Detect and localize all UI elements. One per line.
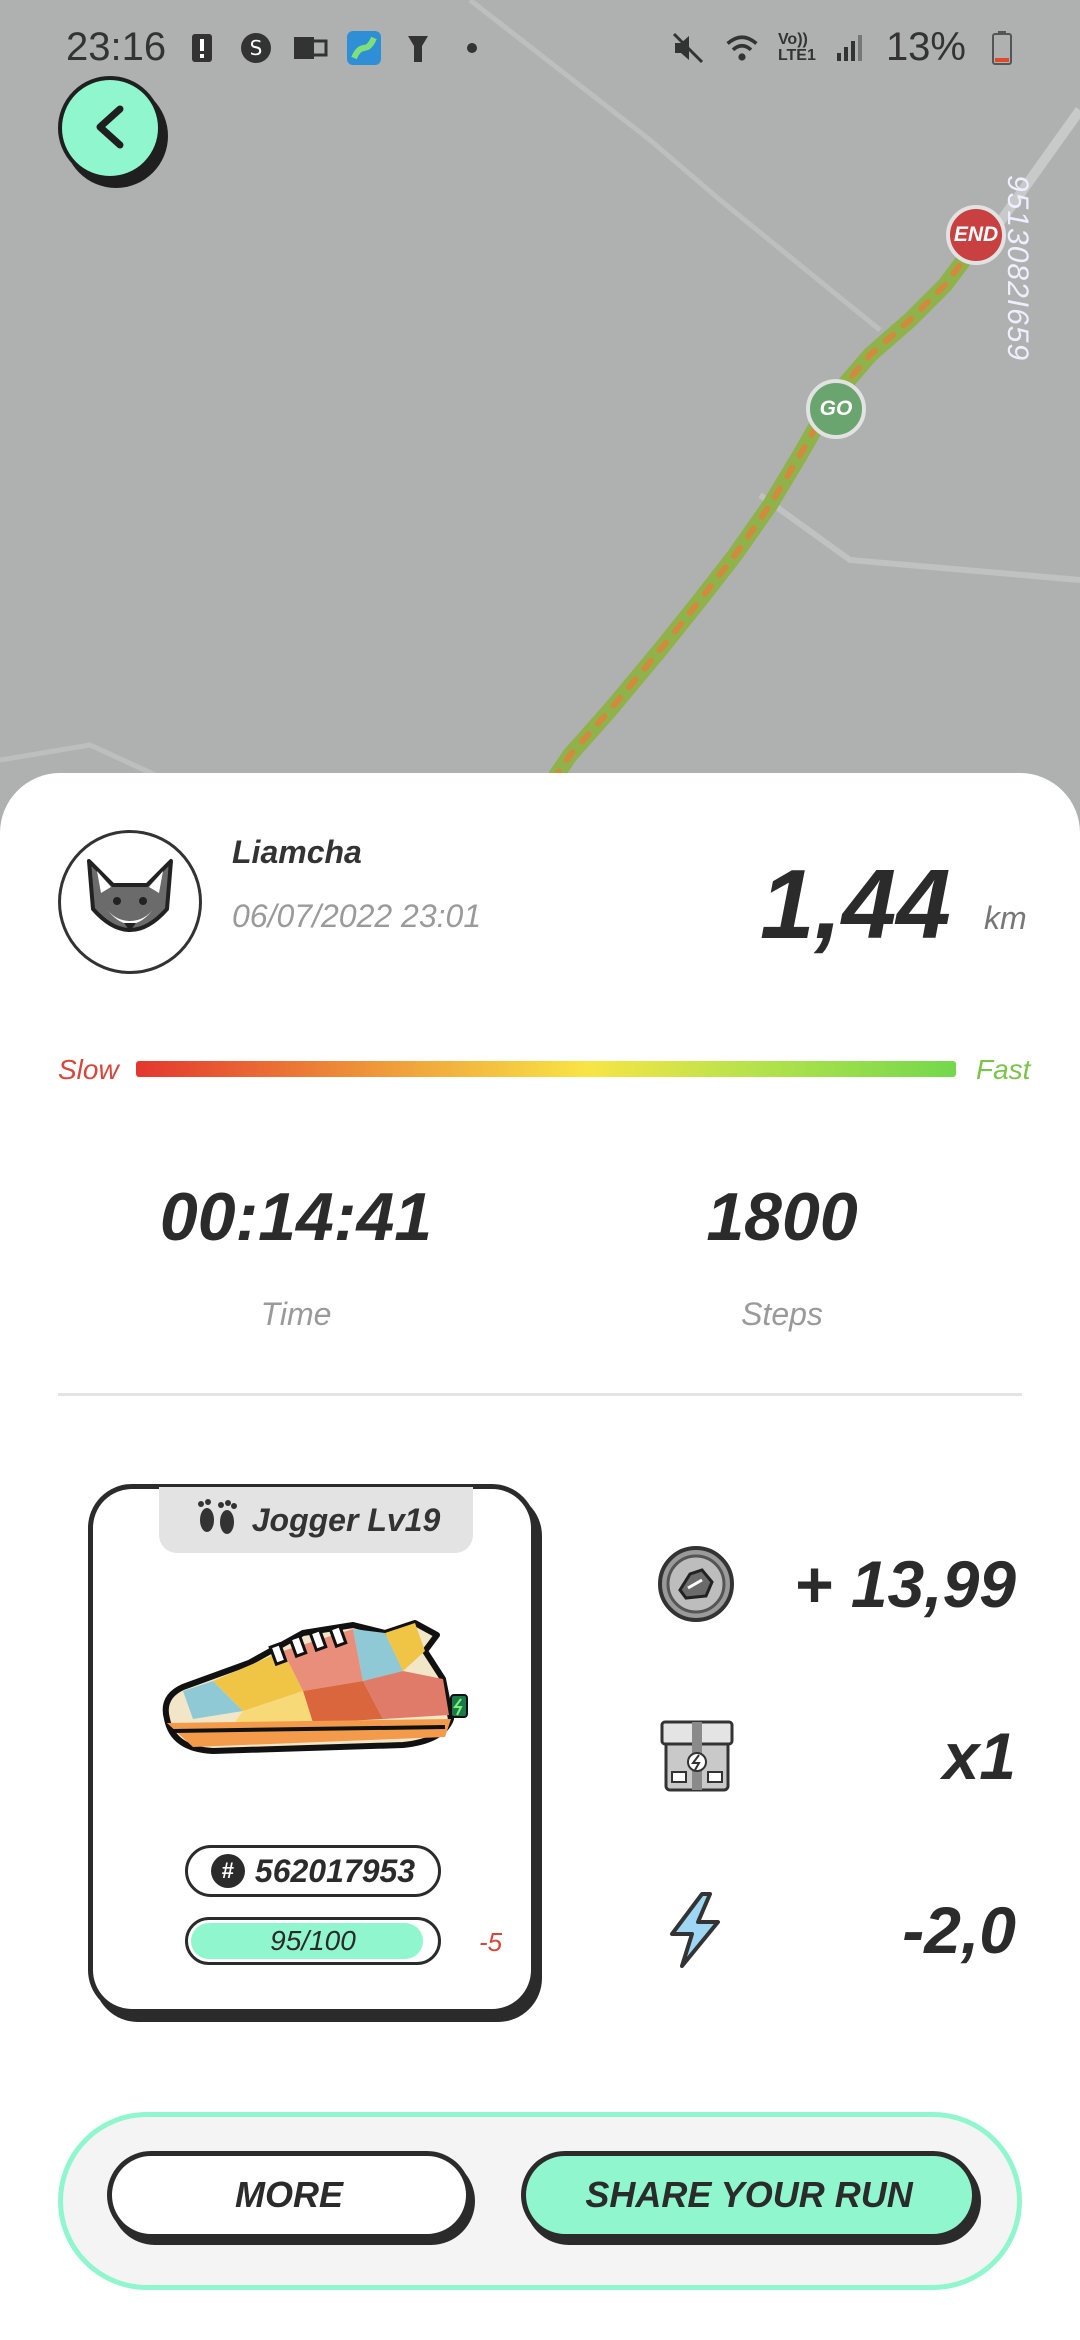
durability-bar: 95/100 [185, 1917, 441, 1965]
action-bar: MORE SHARE YOUR RUN [58, 2112, 1022, 2290]
username: Liamcha [232, 834, 362, 870]
share-run-button[interactable]: SHARE YOUR RUN [521, 2151, 977, 2239]
sneaker-card[interactable]: Jogger Lv19 # 562017953 95/100 -5 [88, 1484, 536, 2014]
status-bar: 23:16 S Vo)) LTE1 13% [0, 0, 1080, 95]
flashlight-icon [400, 30, 436, 66]
gst-coin-icon [658, 1546, 734, 1622]
steps-value: 1800 [706, 1179, 858, 1255]
start-marker[interactable]: GO [806, 379, 866, 439]
map-canvas [0, 0, 1080, 808]
mute-icon [670, 30, 706, 66]
energy-used: -2,0 [902, 1893, 1016, 1967]
battery-icon [984, 30, 1020, 66]
distance-value: 1,44 [760, 849, 951, 959]
steps-label: Steps [741, 1296, 823, 1332]
wifi-icon [724, 30, 760, 66]
outlook-icon [292, 30, 328, 66]
run-datetime: 06/07/2022 23:01 [232, 898, 482, 934]
signal-icon [832, 30, 868, 66]
speed-fast-label: Fast [976, 1054, 1031, 1085]
gst-earned: + 13,99 [793, 1547, 1016, 1621]
run-map[interactable] [0, 0, 1080, 808]
sneaker-id: # 562017953 [185, 1845, 441, 1897]
footprints-icon [192, 1496, 242, 1544]
time-value: 00:14:41 [159, 1179, 433, 1255]
s-app-icon: S [238, 30, 274, 66]
reward-row-energy: -2,0 [656, 1890, 1016, 1970]
battery-percent: 13% [885, 25, 966, 69]
sneaker-image [162, 1620, 468, 1754]
map-code-label: 9513082I659 [1001, 175, 1034, 362]
speed-gradient-bar [136, 1061, 956, 1077]
fox-avatar-icon [87, 859, 173, 932]
end-marker[interactable]: END [946, 205, 1006, 265]
reward-row-box: x1 [656, 1716, 1016, 1796]
sneaker-tag: Jogger Lv19 [159, 1487, 473, 1553]
mystery-box-icon [660, 1720, 734, 1792]
svg-text:S: S [250, 36, 263, 60]
dot-icon [454, 30, 490, 66]
network-label: Vo)) LTE1 [777, 30, 816, 64]
status-bar-left: 23:16 S [66, 25, 490, 70]
app-icon [346, 30, 382, 66]
durability-change: -5 [479, 1927, 503, 1957]
alert-icon [184, 30, 220, 66]
sneaker-id-value: 562017953 [254, 1852, 416, 1889]
distance-unit: km [984, 900, 1027, 936]
divider [58, 1393, 1022, 1396]
reward-row-gst: + 13,99 [656, 1544, 1016, 1624]
durability-text: 95/100 [270, 1925, 356, 1956]
sneaker-level-label: Jogger Lv19 [251, 1501, 441, 1538]
avatar[interactable] [58, 830, 202, 974]
more-button[interactable]: MORE [107, 2151, 471, 2239]
status-bar-right: Vo)) LTE1 13% [670, 25, 1020, 70]
energy-bolt-icon [670, 1892, 720, 1968]
hash-icon: # [210, 1854, 245, 1888]
time-label: Time [260, 1296, 332, 1332]
back-button[interactable] [58, 76, 162, 180]
clock: 23:16 [66, 25, 167, 69]
chevron-left-icon [90, 105, 130, 152]
speed-slow-label: Slow [58, 1054, 119, 1085]
box-earned: x1 [942, 1719, 1016, 1793]
